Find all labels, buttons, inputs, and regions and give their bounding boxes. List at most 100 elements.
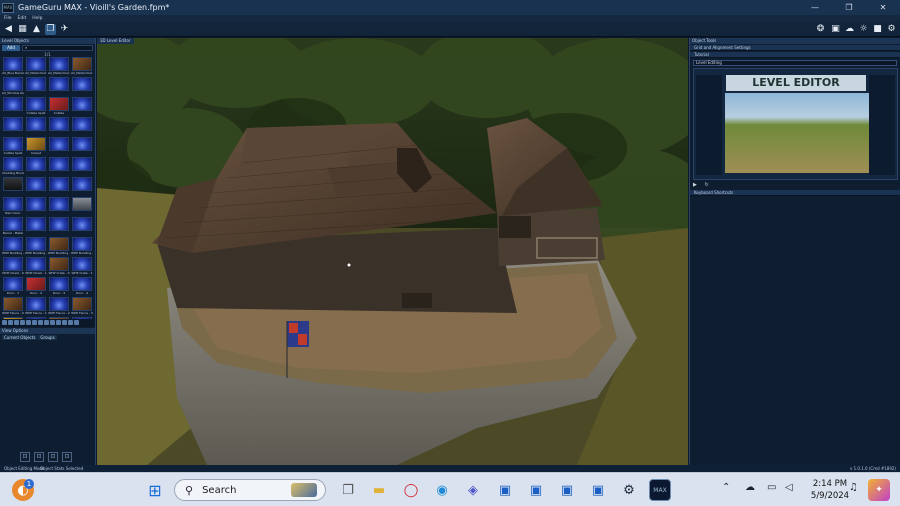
asset-thumbnail[interactable]: WHP Fence - 0 (2, 297, 24, 316)
asset-thumbnail[interactable] (48, 197, 70, 216)
app-window-icon[interactable]: ▣ (587, 479, 609, 501)
app-window-icon[interactable]: ▣ (556, 479, 578, 501)
restart-icon[interactable]: ↻ (704, 182, 708, 188)
asset-thumbnail[interactable] (71, 77, 93, 96)
terrain-icon[interactable]: ▲ (31, 24, 42, 35)
bell-icon[interactable]: ♫ (849, 482, 858, 493)
viewport-tab[interactable]: 3D Level Editor (97, 38, 134, 44)
asset-thumbnail[interactable]: All_Metal Door Open (48, 57, 70, 76)
level-viewport[interactable]: 3D Level Editor (97, 38, 688, 465)
settings-icon[interactable]: ⚙ (886, 24, 897, 35)
asset-thumbnail[interactable]: Door - 1 (2, 277, 24, 296)
asset-thumbnail[interactable]: All_Blue Barrel (2, 57, 24, 76)
asset-thumbnail[interactable] (48, 217, 70, 236)
clock[interactable]: 2:14 PM 5/9/2024 (810, 478, 850, 502)
asset-thumbnail[interactable]: Door - 4 (71, 277, 93, 296)
start-icon[interactable]: ⊞ (144, 479, 166, 501)
asset-thumbnail[interactable]: WHP Fence Gate - 3 (71, 317, 93, 319)
asset-thumbnail[interactable] (48, 137, 70, 156)
tab-current-objects[interactable]: Current Objects (2, 335, 38, 340)
asset-thumbnail[interactable]: Cladding Block (2, 157, 24, 176)
asset-thumbnail[interactable]: Door - 3 (48, 277, 70, 296)
play-icon[interactable]: ▶ (693, 182, 697, 188)
grid-icon[interactable]: ⊡ (20, 452, 30, 462)
tool-icon[interactable] (44, 320, 49, 325)
asset-thumbnail[interactable]: WHP Building - 0 (25, 237, 47, 256)
asset-thumbnail[interactable] (25, 177, 47, 196)
asset-thumbnail[interactable] (25, 117, 47, 136)
asset-thumbnail[interactable] (25, 197, 47, 216)
keyboard-shortcuts-section[interactable]: Keyboard Shortcuts (690, 190, 900, 196)
asset-thumbnail[interactable]: WHP Fence - 2 (48, 297, 70, 316)
chevron-up-icon[interactable]: ⌃ (722, 482, 730, 493)
asset-thumbnail[interactable]: WHP Crate - 1 (71, 257, 93, 276)
gameguru-max-icon[interactable]: MAX (649, 479, 671, 501)
asset-thumbnail[interactable]: All_Metal Door Closed (25, 57, 47, 76)
asset-thumbnail[interactable] (25, 77, 47, 96)
asset-thumbnail[interactable] (2, 177, 24, 196)
app-window-icon[interactable]: ▣ (494, 479, 516, 501)
camera-icon[interactable]: ■ (872, 24, 883, 35)
light-icon[interactable]: ☼ (858, 24, 869, 35)
test-game-icon[interactable]: ✈ (59, 24, 70, 35)
asset-thumbnail[interactable] (71, 217, 93, 236)
asset-thumbnail[interactable]: WHP Fence Gate - 0 (2, 317, 24, 319)
app-window-icon[interactable]: ▣ (525, 479, 547, 501)
asset-thumbnail[interactable] (71, 97, 93, 116)
asset-thumbnail[interactable]: WHP Building - 1 (71, 237, 93, 256)
asset-thumbnail[interactable]: WHP Crate - 0 (48, 257, 70, 276)
asset-thumbnail[interactable]: Cobble Spall (25, 97, 47, 116)
menu-file[interactable]: File (4, 15, 12, 22)
tool-icon[interactable] (26, 320, 31, 325)
asset-thumbnail[interactable]: All_Window Glass (2, 77, 24, 96)
search-input[interactable]: ⌕ (22, 45, 93, 51)
taskbar-search[interactable]: ⚲ Search (174, 479, 326, 501)
grid-icon[interactable]: ⊡ (62, 452, 72, 462)
asset-thumbnail[interactable] (48, 177, 70, 196)
asset-thumbnail[interactable]: Cobble (48, 97, 70, 116)
back-icon[interactable]: ◀ (3, 24, 14, 35)
asset-thumbnail[interactable] (48, 117, 70, 136)
grid-alignment-section[interactable]: Grid and Alignment Settings (690, 45, 900, 51)
tool-icon[interactable] (56, 320, 61, 325)
steam-icon[interactable]: ⚙ (618, 479, 640, 501)
teams-icon[interactable]: ◈ (462, 479, 484, 501)
level-icon[interactable]: ▦ (17, 24, 28, 35)
asset-thumbnail[interactable] (71, 137, 93, 156)
tool-icon[interactable] (2, 320, 7, 325)
asset-thumbnail[interactable]: Cobble Spall (2, 137, 24, 156)
tool-icon[interactable] (8, 320, 13, 325)
copilot-icon[interactable]: ✦ (868, 479, 890, 501)
asset-thumbnail[interactable] (48, 157, 70, 176)
asset-thumbnail[interactable]: WHP Fence - 1 (25, 297, 47, 316)
grid-icon[interactable]: ⊡ (34, 452, 44, 462)
grid-icon[interactable]: ⊡ (48, 452, 58, 462)
maximize-button[interactable]: ❐ (832, 0, 866, 15)
asset-thumbnail[interactable] (71, 197, 93, 216)
tab-groups[interactable]: Groups (38, 335, 57, 340)
asset-thumbnail[interactable] (71, 177, 93, 196)
asset-thumbnail[interactable]: Door - 2 (25, 277, 47, 296)
scene-render[interactable] (97, 38, 688, 465)
cloud-icon[interactable]: ☁ (745, 482, 755, 493)
asset-thumbnail[interactable]: WHP Chest - 1 (25, 257, 47, 276)
asset-thumbnail[interactable]: WHP Fence - 3 (71, 297, 93, 316)
minimize-button[interactable]: — (798, 0, 832, 15)
tool-icon[interactable] (38, 320, 43, 325)
tutorial-section[interactable]: Tutorial (690, 52, 900, 58)
tool-icon[interactable] (62, 320, 67, 325)
tool-icon[interactable] (20, 320, 25, 325)
edge-icon[interactable]: ◉ (431, 479, 453, 501)
asset-thumbnail[interactable] (2, 97, 24, 116)
weather-icon[interactable]: ☁ (844, 24, 855, 35)
tutorial-video[interactable]: LEVEL EDITOR (693, 68, 898, 180)
add-button[interactable]: Add (2, 45, 20, 51)
asset-thumbnail[interactable] (25, 217, 47, 236)
tool-icon[interactable] (32, 320, 37, 325)
storyboard-icon[interactable]: ▣ (830, 24, 841, 35)
close-button[interactable]: ✕ (866, 0, 900, 15)
menu-help[interactable]: Help (32, 15, 42, 22)
opera-icon[interactable]: ◯ (400, 479, 422, 501)
file-explorer-icon[interactable]: ▬ (368, 479, 390, 501)
asset-thumbnail[interactable] (71, 157, 93, 176)
